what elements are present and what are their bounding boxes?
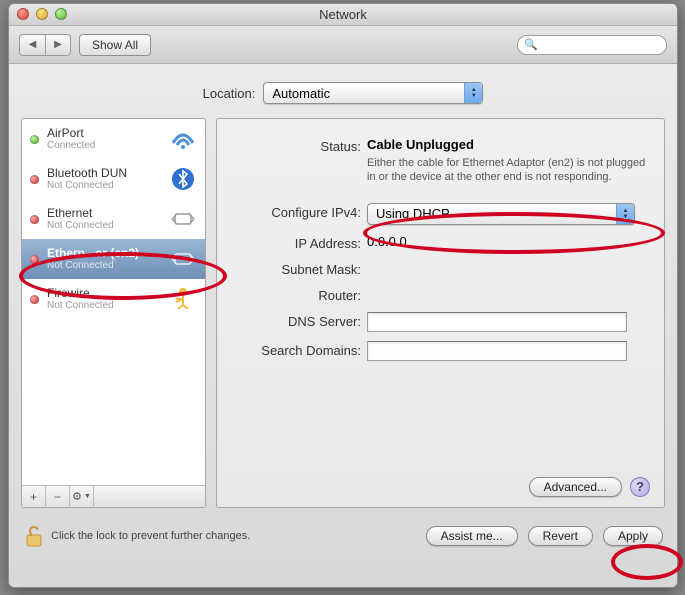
ethernet-icon: [169, 205, 197, 233]
router-label: Router:: [227, 286, 367, 303]
status-dot-icon: [30, 135, 39, 144]
service-name: Firewire: [47, 287, 161, 300]
status-label: Status:: [227, 137, 367, 154]
search-domains-label: Search Domains:: [227, 341, 367, 358]
service-firewire[interactable]: Firewire Not Connected: [22, 279, 205, 319]
chevron-updown-icon: [616, 204, 634, 224]
service-status: Not Connected: [47, 220, 161, 231]
service-list: AirPort Connected Bluetooth DUN Not Conn…: [22, 119, 205, 485]
service-sidebar: AirPort Connected Bluetooth DUN Not Conn…: [21, 118, 206, 508]
zoom-icon[interactable]: [55, 8, 67, 20]
show-all-button[interactable]: Show All: [79, 34, 151, 56]
close-icon[interactable]: [17, 8, 29, 20]
minimize-icon[interactable]: [36, 8, 48, 20]
service-status: Not Connected: [47, 260, 161, 271]
search-domains-input[interactable]: [367, 341, 627, 361]
toolbar: ◀ ▶ Show All 🔍: [9, 26, 677, 64]
service-airport[interactable]: AirPort Connected: [22, 119, 205, 159]
bluetooth-icon: [169, 165, 197, 193]
gear-icon: ⚙: [72, 490, 82, 503]
service-bluetooth[interactable]: Bluetooth DUN Not Connected: [22, 159, 205, 199]
add-service-button[interactable]: +: [22, 486, 46, 508]
window-title: Network: [319, 7, 367, 22]
firewire-icon: [169, 285, 197, 313]
service-status: Not Connected: [47, 180, 161, 191]
configure-ipv4-select[interactable]: Using DHCP: [367, 203, 635, 225]
lock-text: Click the lock to prevent further change…: [51, 530, 250, 542]
assist-me-button[interactable]: Assist me...: [426, 526, 518, 546]
service-name: Ethern...or (en2): [47, 247, 161, 260]
nav-buttons: ◀ ▶: [19, 34, 71, 56]
apply-button[interactable]: Apply: [603, 526, 663, 546]
revert-button[interactable]: Revert: [528, 526, 593, 546]
status-dot-icon: [30, 295, 39, 304]
search-input[interactable]: [542, 39, 660, 51]
configure-ipv4-value: Using DHCP: [376, 206, 450, 221]
service-name: AirPort: [47, 127, 161, 140]
ethernet-icon: [169, 245, 197, 273]
search-icon: 🔍: [524, 38, 538, 51]
remove-service-button[interactable]: −: [46, 486, 70, 508]
footer: Click the lock to prevent further change…: [9, 516, 677, 558]
service-name: Ethernet: [47, 207, 161, 220]
ip-address-value: 0.0.0.0: [367, 234, 648, 249]
service-status: Connected: [47, 140, 161, 151]
traffic-lights: [17, 8, 67, 20]
detail-panel: Status: Cable Unplugged Either the cable…: [216, 118, 665, 508]
location-label: Location:: [203, 86, 256, 101]
lock-area[interactable]: Click the lock to prevent further change…: [23, 524, 250, 548]
dns-server-label: DNS Server:: [227, 312, 367, 329]
action-menu-button[interactable]: ⚙▼: [70, 486, 94, 508]
search-field[interactable]: 🔍: [517, 35, 667, 55]
location-select[interactable]: Automatic: [263, 82, 483, 104]
service-ethernet[interactable]: Ethernet Not Connected: [22, 199, 205, 239]
subnet-mask-label: Subnet Mask:: [227, 260, 367, 277]
location-value: Automatic: [272, 86, 330, 101]
service-ethernet-en2[interactable]: Ethern...or (en2) Not Connected: [22, 239, 205, 279]
configure-ipv4-label: Configure IPv4:: [227, 203, 367, 220]
status-description: Either the cable for Ethernet Adaptor (e…: [367, 156, 648, 185]
network-prefpane-window: Network ◀ ▶ Show All 🔍 Location: Automat…: [8, 3, 678, 588]
chevron-updown-icon: [464, 83, 482, 103]
ip-address-label: IP Address:: [227, 234, 367, 251]
location-row: Location: Automatic: [9, 64, 677, 118]
airport-icon: [169, 125, 197, 153]
status-dot-icon: [30, 215, 39, 224]
status-value: Cable Unplugged: [367, 137, 648, 152]
back-button[interactable]: ◀: [19, 34, 45, 56]
advanced-button[interactable]: Advanced...: [529, 477, 622, 497]
status-dot-icon: [30, 175, 39, 184]
sidebar-footer: + − ⚙▼: [22, 485, 205, 507]
titlebar[interactable]: Network: [9, 4, 677, 26]
unlock-icon: [23, 524, 45, 548]
dns-server-input[interactable]: [367, 312, 627, 332]
help-button[interactable]: ?: [630, 477, 650, 497]
service-status: Not Connected: [47, 300, 161, 311]
status-dot-icon: [30, 255, 39, 264]
forward-button[interactable]: ▶: [45, 34, 71, 56]
service-name: Bluetooth DUN: [47, 167, 161, 180]
